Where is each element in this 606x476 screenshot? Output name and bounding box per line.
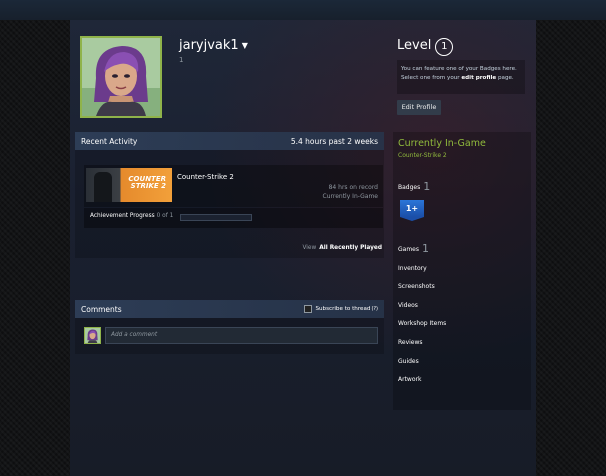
achievement-progress-label[interactable]: Achievement Progress 0 of 1	[90, 213, 173, 219]
view-prefix: View	[302, 245, 317, 251]
badge-note-line1: You can feature one of your Badges here.	[401, 66, 517, 72]
badge-note-line2-post: page.	[496, 75, 514, 81]
recent-game-status: Currently In-Game	[322, 193, 378, 200]
badges-label: Badges	[398, 184, 421, 191]
recent-game-hours: 84 hrs on record	[328, 184, 378, 191]
badges-count: 1	[423, 180, 431, 193]
game-capsule-image[interactable]: COUNTER STRIKE 2	[86, 168, 172, 202]
profile-avatar	[80, 36, 162, 118]
sidebar-link-screenshots[interactable]: Screenshots	[398, 283, 435, 290]
subscribe-label: Subscribe to thread	[315, 306, 371, 312]
persona-name-text: jaryjvak1	[179, 38, 239, 53]
sidebar-link-inventory[interactable]: Inventory	[398, 265, 427, 272]
capsule-text-2: STRIKE 2	[130, 182, 166, 190]
game-capsule-logo: COUNTER STRIKE 2	[128, 176, 166, 190]
achievement-count: 0 of 1	[156, 213, 174, 219]
edit-profile-button[interactable]: Edit Profile	[397, 100, 441, 115]
view-all-recently-played[interactable]: View All Recently Played	[250, 245, 382, 251]
games-count: 1	[422, 242, 429, 255]
recent-activity-title: Recent Activity	[81, 136, 138, 146]
chevron-down-icon[interactable]: ▼	[242, 41, 248, 50]
sidebar-link-artwork[interactable]: Artwork	[398, 376, 421, 383]
games-link[interactable]: Games 1	[398, 242, 429, 255]
ingame-game-name[interactable]: Counter-Strike 2	[398, 152, 447, 159]
avatar-portrait-icon	[82, 38, 160, 116]
help-icon[interactable]: (?)	[371, 306, 378, 312]
persona-sub-line: 1	[179, 56, 184, 64]
level-heading: Level 1	[397, 38, 454, 56]
sidebar-link-videos[interactable]: Videos	[398, 302, 418, 309]
badges-link[interactable]: Badges 1	[398, 180, 430, 193]
recent-game-name[interactable]: Counter-Strike 2	[177, 173, 234, 181]
sidebar-link-workshop-items[interactable]: Workshop Items	[398, 320, 446, 327]
level-label: Level	[397, 38, 432, 53]
badge-note-line2-pre: Select one from your	[401, 75, 462, 81]
comments-header: Comments Subscribe to thread (?)	[75, 300, 384, 318]
ingame-status-title: Currently In-Game	[398, 138, 486, 149]
all-recently-played-link[interactable]: All Recently Played	[319, 245, 382, 251]
games-label: Games	[398, 246, 419, 253]
avatar-portrait-icon	[85, 328, 100, 343]
comment-avatar	[84, 327, 101, 344]
sidebar-link-reviews[interactable]: Reviews	[398, 339, 423, 346]
persona-name[interactable]: jaryjvak1 ▼	[179, 38, 248, 53]
soldier-silhouette-icon	[94, 172, 112, 202]
achievement-progress-bar	[180, 214, 252, 221]
background-left	[0, 20, 70, 476]
top-bar	[0, 0, 606, 20]
recent-activity-summary: 5.4 hours past 2 weeks	[290, 136, 378, 146]
recent-activity-header: Recent Activity 5.4 hours past 2 weeks	[75, 132, 384, 150]
subscribe-thread[interactable]: Subscribe to thread (?)	[304, 305, 378, 313]
comments-title: Comments	[81, 304, 122, 314]
subscribe-checkbox[interactable]	[304, 305, 313, 313]
edit-profile-inline-link[interactable]: edit profile	[461, 75, 496, 81]
sidebar-link-guides[interactable]: Guides	[398, 358, 419, 365]
level-badge: 1	[435, 38, 454, 56]
achievement-label-text: Achievement Progress	[90, 213, 155, 219]
background-right	[536, 20, 606, 476]
comment-input[interactable]: Add a comment	[105, 327, 378, 344]
badge-icon[interactable]: 1+	[400, 200, 424, 221]
featured-badge-note: You can feature one of your Badges here.…	[397, 60, 525, 94]
